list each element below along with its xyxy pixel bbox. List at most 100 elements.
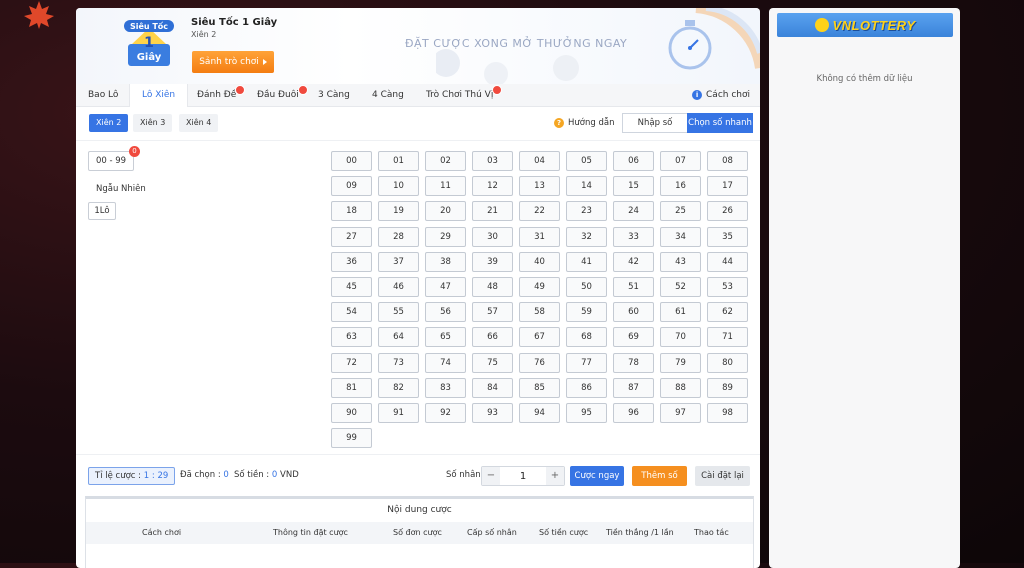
number-button[interactable]: 96 [613, 403, 654, 423]
number-button[interactable]: 98 [707, 403, 748, 423]
number-button[interactable]: 26 [707, 201, 748, 222]
multiplier-decrement-button[interactable]: − [482, 467, 500, 485]
number-button[interactable]: 55 [378, 302, 419, 323]
number-button[interactable]: 40 [519, 251, 560, 272]
number-button[interactable]: 20 [425, 201, 466, 222]
number-button[interactable]: 21 [472, 201, 513, 222]
number-button[interactable]: 64 [378, 327, 419, 348]
number-button[interactable]: 72 [331, 352, 372, 373]
number-button[interactable]: 81 [331, 377, 372, 398]
number-button[interactable]: 63 [331, 327, 372, 348]
number-button[interactable]: 32 [566, 226, 607, 247]
number-button[interactable]: 97 [660, 403, 701, 423]
number-button[interactable]: 83 [425, 377, 466, 398]
number-button[interactable]: 74 [425, 352, 466, 373]
number-button[interactable]: 53 [707, 277, 748, 297]
number-button[interactable]: 89 [707, 377, 748, 398]
number-button[interactable]: 05 [566, 151, 607, 171]
number-button[interactable]: 91 [378, 403, 419, 423]
number-button[interactable]: 22 [519, 201, 560, 222]
number-button[interactable]: 39 [472, 251, 513, 272]
number-button[interactable]: 15 [613, 176, 654, 197]
number-button[interactable]: 11 [425, 176, 466, 197]
number-button[interactable]: 18 [331, 201, 372, 222]
number-button[interactable]: 87 [613, 377, 654, 398]
number-button[interactable]: 88 [660, 377, 701, 398]
tab-3-cang[interactable]: 3 Càng [318, 84, 350, 106]
number-button[interactable]: 54 [331, 302, 372, 323]
number-button[interactable]: 62 [707, 302, 748, 323]
number-button[interactable]: 08 [707, 151, 748, 171]
number-button[interactable]: 34 [660, 226, 701, 247]
tab-danh-de[interactable]: Đánh Đề [197, 84, 246, 106]
number-button[interactable]: 93 [472, 403, 513, 423]
number-button[interactable]: 17 [707, 176, 748, 197]
number-button[interactable]: 00 [331, 151, 372, 171]
number-button[interactable]: 80 [707, 352, 748, 373]
number-button[interactable]: 28 [378, 226, 419, 247]
number-button[interactable]: 07 [660, 151, 701, 171]
number-button[interactable]: 61 [660, 302, 701, 323]
number-button[interactable]: 94 [519, 403, 560, 423]
tab-lo-xien[interactable]: Lô Xiên [129, 84, 189, 107]
lobby-button[interactable]: Sảnh trò chơi [192, 51, 274, 73]
subtab-xien-4[interactable]: Xiên 4 [179, 114, 219, 132]
multiplier-input[interactable] [500, 467, 546, 485]
number-button[interactable]: 67 [519, 327, 560, 348]
number-button[interactable]: 43 [660, 251, 701, 272]
number-button[interactable]: 27 [331, 226, 372, 247]
number-button[interactable]: 46 [378, 277, 419, 297]
number-button[interactable]: 03 [472, 151, 513, 171]
number-button[interactable]: 45 [331, 277, 372, 297]
number-button[interactable]: 25 [660, 201, 701, 222]
number-button[interactable]: 13 [519, 176, 560, 197]
number-button[interactable]: 82 [378, 377, 419, 398]
number-button[interactable]: 75 [472, 352, 513, 373]
reset-button[interactable]: Cài đặt lại [695, 466, 750, 486]
number-button[interactable]: 19 [378, 201, 419, 222]
number-button[interactable]: 66 [472, 327, 513, 348]
number-button[interactable]: 23 [566, 201, 607, 222]
quick-pick-mode-button[interactable]: Chọn số nhanh [687, 113, 753, 133]
number-button[interactable]: 52 [660, 277, 701, 297]
subtab-xien-3[interactable]: Xiên 3 [133, 114, 173, 132]
number-button[interactable]: 48 [472, 277, 513, 297]
number-button[interactable]: 59 [566, 302, 607, 323]
number-button[interactable]: 16 [660, 176, 701, 197]
number-button[interactable]: 90 [331, 403, 372, 423]
manual-input-mode-button[interactable]: Nhập số [622, 113, 688, 133]
number-button[interactable]: 14 [566, 176, 607, 197]
number-button[interactable]: 60 [613, 302, 654, 323]
number-button[interactable]: 73 [378, 352, 419, 373]
number-button[interactable]: 78 [613, 352, 654, 373]
number-button[interactable]: 95 [566, 403, 607, 423]
number-button[interactable]: 92 [425, 403, 466, 423]
number-button[interactable]: 56 [425, 302, 466, 323]
number-button[interactable]: 06 [613, 151, 654, 171]
number-button[interactable]: 69 [613, 327, 654, 348]
number-button[interactable]: 01 [378, 151, 419, 171]
tab-dau-duoi[interactable]: Đầu Đuôi [257, 84, 308, 106]
number-button[interactable]: 77 [566, 352, 607, 373]
number-button[interactable]: 31 [519, 226, 560, 247]
number-button[interactable]: 02 [425, 151, 466, 171]
number-button[interactable]: 42 [613, 251, 654, 272]
number-button[interactable]: 35 [707, 226, 748, 247]
number-button[interactable]: 24 [613, 201, 654, 222]
number-button[interactable]: 68 [566, 327, 607, 348]
tab-tro-choi-thu-vi[interactable]: Trò Chơi Thú Vị [426, 84, 503, 106]
subtab-xien-2[interactable]: Xiên 2 [89, 114, 129, 132]
number-button[interactable]: 04 [519, 151, 560, 171]
number-button[interactable]: 85 [519, 377, 560, 398]
number-button[interactable]: 84 [472, 377, 513, 398]
tab-4-cang[interactable]: 4 Càng [372, 84, 404, 106]
number-button[interactable]: 10 [378, 176, 419, 197]
number-button[interactable]: 58 [519, 302, 560, 323]
vnlottery-banner[interactable]: VNLOTTERY [777, 13, 953, 37]
guide-link[interactable]: ? Hướng dẫn [554, 114, 614, 132]
number-button[interactable]: 30 [472, 226, 513, 247]
number-button[interactable]: 57 [472, 302, 513, 323]
number-button[interactable]: 37 [378, 251, 419, 272]
number-button[interactable]: 44 [707, 251, 748, 272]
number-button[interactable]: 09 [331, 176, 372, 197]
